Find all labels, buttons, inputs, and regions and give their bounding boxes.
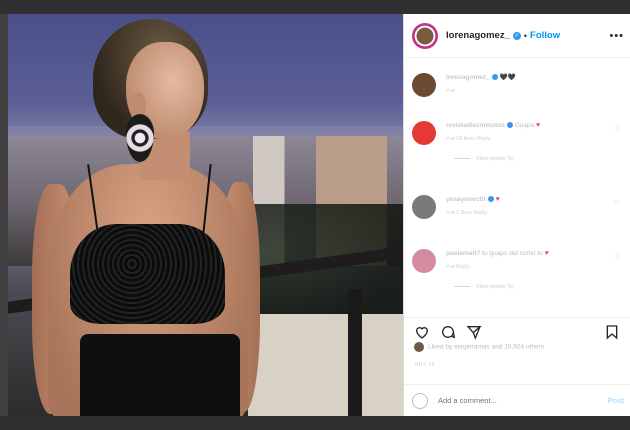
photo-pants xyxy=(80,334,240,416)
smile-icon[interactable] xyxy=(412,392,428,409)
comment-input[interactable] xyxy=(436,395,608,406)
post-date: JULY 26 xyxy=(414,362,435,368)
comment-username[interactable]: revistadiezminutos xyxy=(446,122,505,129)
post-header: lorenagomez_ ✓ • Follow ••• xyxy=(404,14,630,58)
bookmark-icon[interactable] xyxy=(604,324,620,340)
comment-text: paolamatt7 tu guapo del como tu ♥ xyxy=(446,249,624,258)
comment-avatar[interactable] xyxy=(412,195,436,219)
view-replies-label: View replies (5) xyxy=(476,284,514,290)
comment-item: ♡ revistadiezminutos Guapa ♥ 4 w 18 like… xyxy=(404,121,630,187)
comment-body: Guapa xyxy=(514,122,535,129)
top-bar xyxy=(0,0,630,14)
comment-avatar[interactable] xyxy=(412,73,436,97)
add-comment-bar: Post xyxy=(404,384,630,416)
likes-label: Liked by sergieramas and 10,924 others xyxy=(428,343,544,351)
post-username[interactable]: lorenagomez_ xyxy=(446,30,510,41)
comment-body: 🖤🖤 xyxy=(499,74,516,81)
separator-dot: • xyxy=(523,30,528,41)
more-options-icon[interactable]: ••• xyxy=(609,30,624,42)
comment-body: tu guapo del como tu xyxy=(482,250,543,257)
comment-username[interactable]: paolamatt7 xyxy=(446,250,480,257)
red-heart-icon: ♥ xyxy=(536,122,541,129)
view-replies-button[interactable]: View replies (5) xyxy=(454,156,624,162)
verified-icon: ✓ xyxy=(512,31,521,40)
post-comment-button[interactable]: Post xyxy=(608,396,624,405)
comment-meta: 4 w 18 likes Reply xyxy=(446,136,491,142)
comment-meta: 4 w xyxy=(446,88,455,94)
comment-avatar[interactable] xyxy=(412,249,436,273)
like-comment-heart-icon[interactable]: ♡ xyxy=(614,199,620,207)
likes-count[interactable]: Liked by sergieramas and 10,924 others xyxy=(414,342,544,352)
comment-username[interactable]: lorenagomez_ xyxy=(446,74,490,81)
view-replies-label: View replies (5) xyxy=(476,156,514,162)
replies-line xyxy=(454,158,470,160)
comment-meta: 4 w Reply xyxy=(446,264,471,270)
bottom-bar xyxy=(0,416,630,430)
comment-meta: 4 w 2 likes Reply xyxy=(446,210,488,216)
liker-avatar xyxy=(414,342,424,352)
verified-icon xyxy=(506,122,513,129)
comment-item: lorenagomez_ 🖤🖤 4 w xyxy=(404,73,630,113)
like-comment-heart-icon[interactable]: ♡ xyxy=(614,125,620,133)
follow-button[interactable]: Follow xyxy=(530,30,560,41)
red-heart-icon: ♥ xyxy=(495,196,500,203)
like-comment-heart-icon[interactable]: ♡ xyxy=(614,253,620,261)
verified-icon xyxy=(491,74,498,81)
comment-icon[interactable] xyxy=(440,324,456,340)
comment-text: yesaymarcfit ♥ xyxy=(446,195,624,204)
photo-lace-top xyxy=(70,224,225,324)
comment-text: revistadiezminutos Guapa ♥ xyxy=(446,121,624,130)
post-side-panel: lorenagomez_ ✓ • Follow ••• lorenagomez_… xyxy=(403,14,630,416)
photo-wall xyxy=(248,314,403,416)
comments-list[interactable]: lorenagomez_ 🖤🖤 4 w ♡ revistadiezminutos… xyxy=(404,59,630,314)
photo-post xyxy=(348,289,362,416)
post-actions xyxy=(404,317,630,342)
comment-item: ♡ paolamatt7 tu guapo del como tu ♥ 4 w … xyxy=(404,249,630,314)
comment-avatar[interactable] xyxy=(412,121,436,145)
view-replies-button[interactable]: View replies (5) xyxy=(454,284,624,290)
comment-username[interactable]: yesaymarcfit xyxy=(446,196,486,203)
comment-text: lorenagomez_ 🖤🖤 xyxy=(446,73,624,82)
heart-icon[interactable] xyxy=(414,324,430,340)
avatar[interactable] xyxy=(412,22,438,49)
red-heart-icon: ♥ xyxy=(544,250,549,257)
share-icon[interactable] xyxy=(466,324,482,340)
verified-icon xyxy=(487,196,494,203)
comment-item: ♡ yesaymarcfit ♥ 4 w 2 likes Reply xyxy=(404,195,630,241)
replies-line xyxy=(454,286,470,288)
post-photo[interactable] xyxy=(8,14,403,416)
